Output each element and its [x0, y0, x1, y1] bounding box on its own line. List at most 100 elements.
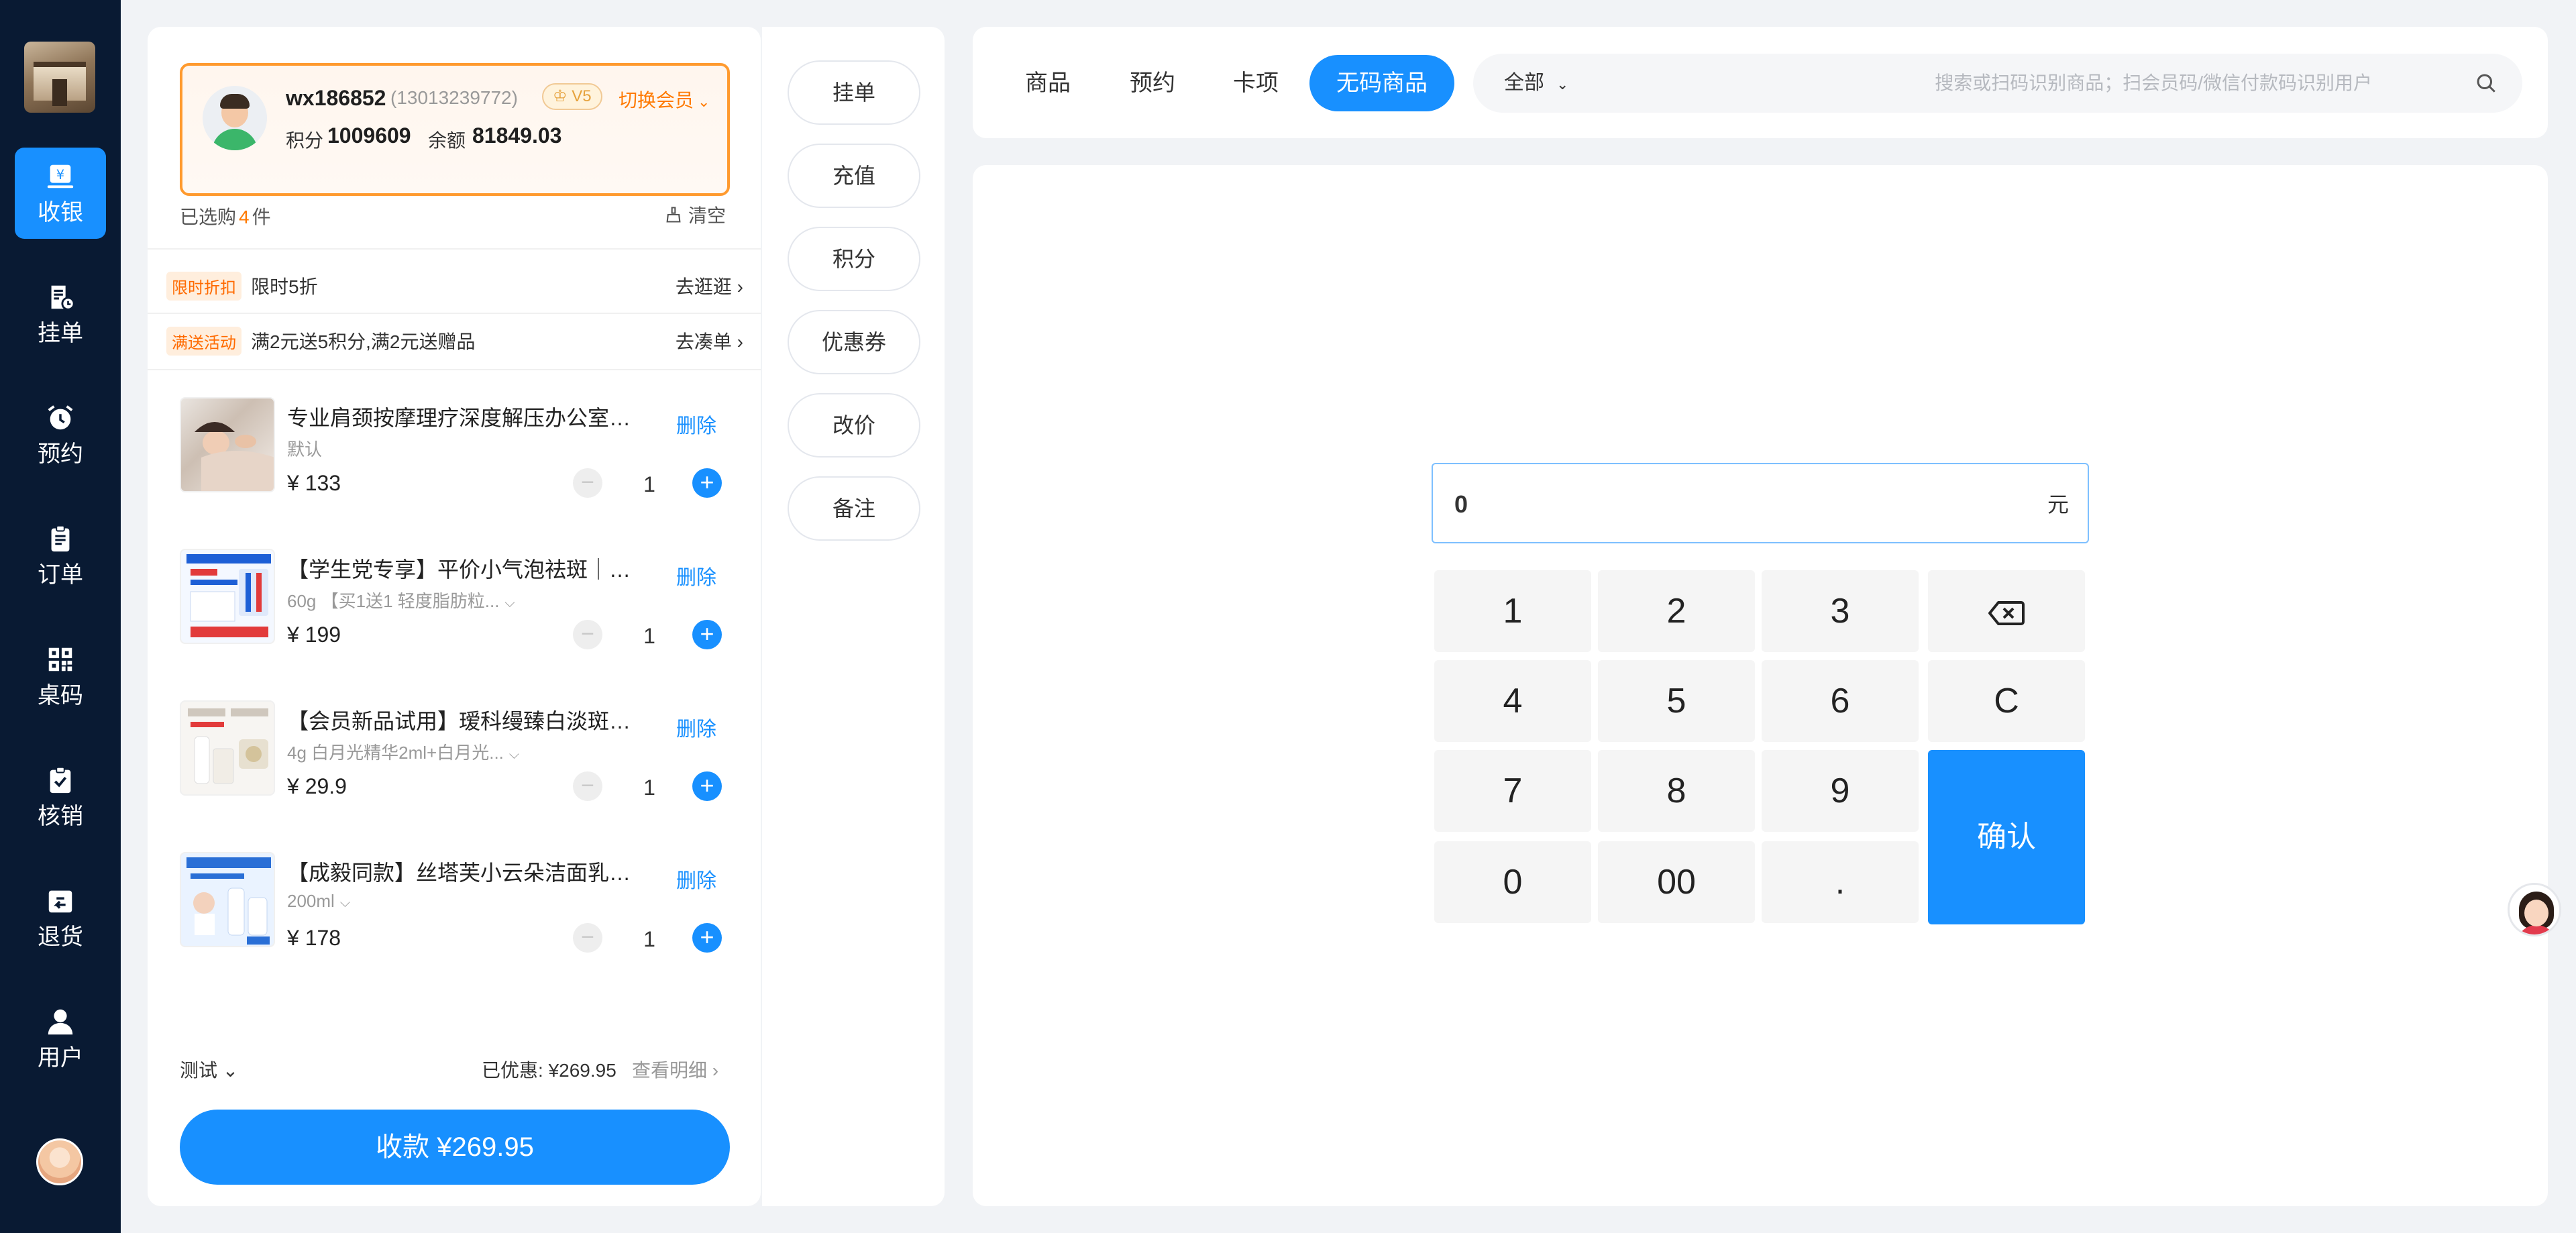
clipboard-icon: [51, 525, 70, 552]
promo-link-label: 去逛逛: [675, 276, 732, 297]
change-price-button[interactable]: 改价: [788, 393, 920, 458]
member-avatar: [203, 86, 267, 150]
quantity-increase-button[interactable]: +: [692, 468, 722, 498]
amount-input[interactable]: 0 元: [1432, 463, 2089, 543]
remark-button[interactable]: 备注: [788, 476, 920, 541]
sidebar-item-verify[interactable]: 核销: [15, 751, 106, 843]
cart-count: 已选购 4 件: [180, 203, 271, 229]
key-6[interactable]: 6: [1762, 660, 1919, 742]
key-1[interactable]: 1: [1434, 570, 1591, 652]
key-decimal[interactable]: .: [1762, 841, 1919, 923]
store-logo: [24, 42, 95, 113]
product-thumbnail[interactable]: [180, 700, 275, 796]
promo-link[interactable]: 去逛逛 ›: [676, 272, 743, 299]
member-level-text: V5: [572, 87, 592, 105]
action-column: 挂单 充值 积分 优惠券 改价 备注: [762, 27, 945, 1206]
assistant-avatar[interactable]: [2508, 883, 2561, 936]
discount-value: ¥269.95: [548, 1060, 616, 1081]
chevron-down-icon: ⌵: [508, 747, 520, 762]
tab-appointment[interactable]: 预约: [1130, 55, 1175, 111]
tab-no-barcode-products[interactable]: 无码商品: [1309, 55, 1454, 111]
product-spec: 4g 白月光精华2ml+白月光...: [287, 743, 504, 763]
svg-text:¥: ¥: [56, 167, 64, 182]
tab-products[interactable]: 商品: [1025, 55, 1071, 111]
sidebar-item-returns[interactable]: 退货: [15, 872, 106, 963]
product-thumbnail[interactable]: [180, 852, 275, 947]
key-9[interactable]: 9: [1762, 750, 1919, 832]
promo-text: 限时5折: [251, 276, 318, 297]
divider: [148, 369, 761, 370]
delete-item-button[interactable]: 删除: [676, 712, 716, 742]
key-5[interactable]: 5: [1598, 660, 1755, 742]
sidebar-item-table-code[interactable]: 桌码: [15, 631, 106, 722]
tab-cards[interactable]: 卡项: [1233, 55, 1279, 111]
confirm-button[interactable]: 确认: [1928, 750, 2085, 924]
promo-text: 满2元送5积分,满2元送赠品: [251, 331, 476, 352]
key-0[interactable]: 0: [1434, 841, 1591, 923]
member-level-badge: ♔ V5: [542, 83, 602, 110]
delete-item-button[interactable]: 删除: [676, 409, 716, 439]
operator-avatar[interactable]: [36, 1138, 83, 1185]
product-price: ¥ 178: [287, 926, 341, 950]
sidebar-item-label: 退货: [38, 924, 83, 950]
balance-value: 81849.03: [472, 123, 562, 148]
promo-row-gift[interactable]: 满送活动 满2元送5积分,满2元送赠品 去凑单 ›: [166, 322, 743, 360]
switch-member-button[interactable]: 切换会员 ⌄: [619, 86, 710, 113]
search-icon[interactable]: [2474, 71, 2498, 95]
quantity-increase-button[interactable]: +: [692, 771, 722, 801]
promo-link-label: 去凑单: [675, 331, 732, 352]
amount-value: 0: [1454, 490, 1468, 518]
promo-row-discount[interactable]: 限时折扣 限时5折 去逛逛 ›: [166, 267, 743, 305]
coupon-button[interactable]: 优惠券: [788, 310, 920, 374]
quantity-increase-button[interactable]: +: [692, 923, 722, 953]
product-spec-dropdown[interactable]: 200ml ⌵: [287, 891, 542, 912]
view-detail-link[interactable]: 查看明细 ›: [632, 1056, 718, 1083]
key-3[interactable]: 3: [1762, 570, 1919, 652]
delete-item-button[interactable]: 删除: [676, 864, 716, 894]
quantity-value: 1: [643, 927, 655, 951]
chevron-down-icon: ⌵: [339, 896, 350, 910]
key-00[interactable]: 00: [1598, 841, 1755, 923]
product-spec-dropdown[interactable]: 4g 白月光精华2ml+白月光... ⌵: [287, 739, 542, 764]
key-7[interactable]: 7: [1434, 750, 1591, 832]
key-8[interactable]: 8: [1598, 750, 1755, 832]
sidebar-item-hold-order[interactable]: 挂单: [15, 268, 106, 360]
product-price: ¥ 133: [287, 471, 341, 495]
sidebar-item-cashier[interactable]: ¥ 收银: [15, 148, 106, 239]
product-spec: 60g 【买1送1 轻度脂肪粒...: [287, 591, 500, 611]
quantity-value: 1: [643, 624, 655, 648]
cart-item: 【成毅同款】丝塔芙小云朵洁面乳温和清洁 200ml⌵ ¥ 178 删除 − 1 …: [180, 852, 730, 986]
quantity-decrease-button[interactable]: −: [573, 923, 602, 953]
clear-key[interactable]: C: [1928, 660, 2085, 742]
recharge-button[interactable]: 充值: [788, 144, 920, 208]
backspace-icon: [1988, 601, 2025, 626]
quantity-decrease-button[interactable]: −: [573, 468, 602, 498]
top-bar: 商品 预约 卡项 无码商品 全部 ⌄: [973, 27, 2548, 138]
quantity-decrease-button[interactable]: −: [573, 771, 602, 801]
sidebar-item-users[interactable]: 用户: [15, 993, 106, 1084]
key-4[interactable]: 4: [1434, 660, 1591, 742]
key-2[interactable]: 2: [1598, 570, 1755, 652]
search-input[interactable]: [1674, 63, 2372, 103]
sidebar-item-orders[interactable]: 订单: [15, 510, 106, 601]
search-scope-select[interactable]: 全部 ⌄: [1504, 54, 1568, 114]
backspace-key[interactable]: [1928, 570, 2085, 652]
clear-cart-button[interactable]: 清空: [664, 201, 726, 228]
sidebar-item-label: 用户: [38, 1045, 83, 1071]
points-label: 积分: [286, 130, 324, 151]
product-thumbnail[interactable]: [180, 549, 275, 644]
chevron-down-icon: ⌄: [1556, 76, 1569, 93]
quantity-decrease-button[interactable]: −: [573, 620, 602, 649]
product-spec-dropdown[interactable]: 60g 【买1送1 轻度脂肪粒... ⌵: [287, 588, 542, 612]
points-button[interactable]: 积分: [788, 227, 920, 291]
quantity-increase-button[interactable]: +: [692, 620, 722, 649]
promo-link[interactable]: 去凑单 ›: [676, 327, 743, 354]
operator-select[interactable]: 测试 ⌄: [180, 1056, 238, 1083]
hold-order-button[interactable]: 挂单: [788, 60, 920, 125]
delete-item-button[interactable]: 删除: [676, 561, 716, 590]
product-thumbnail[interactable]: [180, 397, 275, 492]
member-phone: (13013239772): [390, 87, 518, 108]
member-card[interactable]: wx186852 (13013239772) ♔ V5 切换会员 ⌄ 积分 100…: [180, 63, 730, 196]
checkout-button[interactable]: 收款 ¥269.95: [180, 1110, 730, 1185]
sidebar-item-appointment[interactable]: 预约: [15, 389, 106, 480]
